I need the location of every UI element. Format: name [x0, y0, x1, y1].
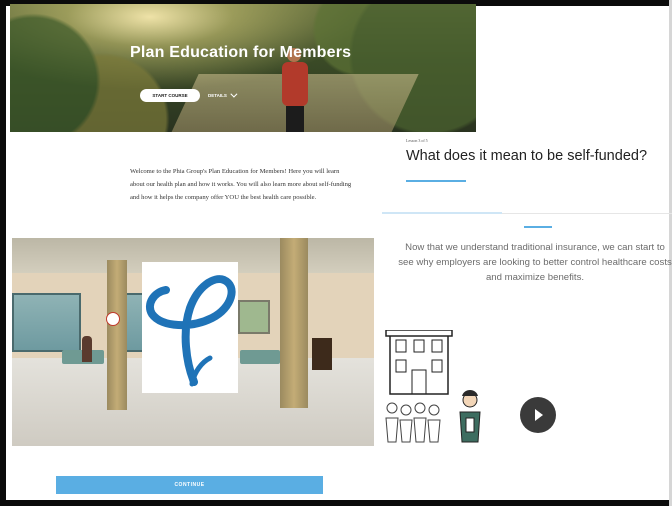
lesson-counter: Lesson 3 of 5	[406, 138, 428, 143]
wall-painting	[238, 300, 270, 334]
play-icon[interactable]	[520, 397, 556, 433]
section-accent-rule	[524, 226, 552, 228]
course-hero-banner: Plan Education for Members START COURSE …	[10, 4, 476, 132]
lobby-window	[12, 293, 81, 352]
continue-button[interactable]: CONTINUE	[56, 476, 323, 494]
no-smoking-sign-icon	[106, 312, 120, 326]
lobby-column-2	[280, 238, 308, 408]
details-toggle[interactable]: DETAILS	[208, 90, 238, 101]
lobby-illustration	[12, 238, 374, 446]
employees-building-illustration	[382, 329, 492, 445]
title-underline	[406, 180, 466, 182]
brochure-rack	[312, 338, 332, 370]
details-label: DETAILS	[208, 93, 227, 98]
progress-divider-accent	[382, 212, 502, 214]
course-title: Plan Education for Members	[130, 44, 352, 61]
lesson-body-text: Now that we understand traditional insur…	[398, 242, 672, 283]
lobby-column	[107, 260, 127, 410]
welcome-text: Welcome to the Phia Group's Plan Educati…	[130, 168, 352, 201]
lobby-bench-2	[240, 350, 280, 364]
seated-person	[82, 336, 92, 362]
lesson-title: What does it mean to be self-funded?	[406, 148, 648, 164]
phia-logo	[142, 262, 238, 393]
start-course-button[interactable]: START COURSE	[140, 89, 200, 102]
